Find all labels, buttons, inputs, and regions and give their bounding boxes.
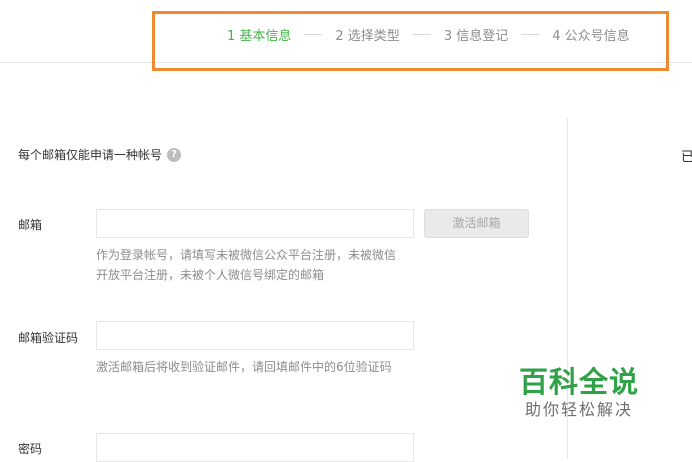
email-label: 邮箱 (18, 218, 43, 232)
account-notice: 每个邮箱仅能申请一种帐号 ? (18, 146, 182, 163)
watermark-subtitle: 助你轻松解决 (524, 400, 633, 419)
password-input[interactable] (96, 433, 414, 462)
steps-highlight-box (152, 11, 669, 71)
password-label: 密码 (18, 442, 43, 456)
help-icon[interactable]: ? (167, 147, 182, 162)
verify-code-tip: 激活邮箱后将收到验证邮件，请回填邮件中的6位验证码 (96, 360, 392, 374)
activate-email-button[interactable]: 激活邮箱 (424, 209, 529, 238)
account-notice-text: 每个邮箱仅能申请一种帐号 (18, 148, 163, 162)
verify-code-label: 邮箱验证码 (18, 331, 79, 345)
watermark-logo: 百科全说 助你轻松解决 (513, 365, 645, 421)
watermark-title: 百科全说 (518, 365, 639, 399)
verify-code-input[interactable] (96, 321, 414, 350)
side-panel-text: 已 (681, 150, 692, 165)
email-tip: 作为登录帐号，请填写未被微信公众平台注册，未被微信开放平台注册，未被个人微信号绑… (96, 248, 397, 282)
email-input[interactable] (96, 209, 414, 238)
